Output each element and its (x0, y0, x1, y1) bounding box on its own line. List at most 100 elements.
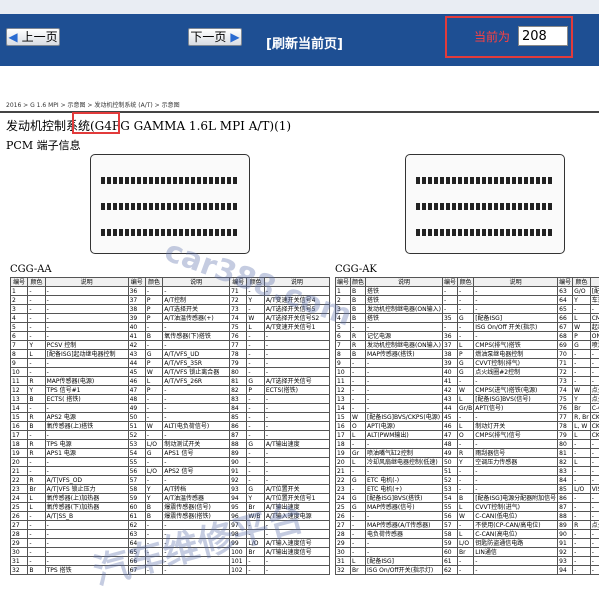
toolbar-strip (0, 0, 599, 14)
table-cell: 点火线圈 (589, 385, 599, 395)
table-row: 29- -59 L/O 钥匙防盗通信电路 91- - (334, 538, 599, 548)
table-cell: - (144, 475, 164, 485)
table-cell: 点火线圈#2控制 (473, 367, 559, 377)
table-row: 20 L 冷却风扇继电器控制(低速) 50 Y 空调压力传感器 82 L - (334, 457, 599, 467)
connector-pin (524, 177, 528, 184)
table-cell: 31 (334, 556, 352, 566)
table-cell: - (365, 394, 443, 404)
table-cell: 发动机控制继电器(ON输入) (365, 340, 443, 350)
table-header-cell: 颜色 (572, 277, 591, 287)
table-cell: Y (572, 295, 591, 305)
table-cell: - (572, 367, 591, 377)
connector-pin (530, 203, 534, 210)
connector-pin (215, 203, 219, 210)
table-row: 8 L [配备ISG]起动继电器控制 43 G A/T/VFS_UD 78- - (9, 349, 331, 359)
table-cell: - (162, 475, 231, 485)
table-cell: 12 (9, 385, 29, 395)
table-cell: - (144, 286, 164, 296)
connector-pin (500, 229, 504, 236)
connector-pin (422, 203, 426, 210)
current-page-input[interactable] (518, 26, 568, 46)
table-cell: 12 (334, 385, 352, 395)
table-cell: CKPS (589, 430, 599, 440)
table-cell: - (589, 457, 599, 467)
connector-pin (137, 203, 141, 210)
connector-pin (464, 229, 468, 236)
table-cell: 56 (441, 511, 458, 521)
table-cell: - (572, 547, 591, 557)
table-cell: - (589, 349, 599, 359)
table-header-cell: 颜色 (27, 277, 46, 287)
table-cell: 85 (229, 412, 248, 422)
table-row: 14- -49- -84- - (9, 403, 331, 413)
table-row: 13--43L[配备ISG]BVS(信号)75Y点火线圈 (334, 394, 599, 404)
table-cell: 90 (557, 529, 574, 539)
table-cell: - (27, 403, 46, 413)
table-cell: - (473, 466, 559, 476)
table-cell: 42 (127, 340, 146, 350)
table-cell: CMPS(进气)搭铁(电源) (473, 385, 559, 395)
table-row: 32 Br ISG On/Off开关(指示灯) 62- -94- - (334, 565, 599, 575)
connector-pin (512, 177, 516, 184)
table-cell: - (246, 556, 265, 566)
connector-pin (416, 203, 420, 210)
connector-pin (233, 203, 237, 210)
table-cell: - (27, 286, 46, 296)
table-cell: - (365, 358, 443, 368)
table-cell: CVVT控制(排气) (473, 358, 559, 368)
connector-pin (512, 229, 516, 236)
table-cell: B (144, 511, 164, 521)
table-cell: 7 (9, 340, 29, 350)
table-cell: - (263, 403, 331, 413)
table-cell: - (572, 466, 591, 476)
table-cell: 65 (557, 304, 574, 314)
table-cell: - (572, 448, 591, 458)
table-cell: - (365, 538, 443, 548)
table-cell: 58 (441, 529, 458, 539)
table-cell: 11 (334, 376, 352, 386)
table-cell: - (473, 475, 559, 485)
table-header-cell: 说明 (44, 277, 129, 287)
table-cell: 74 (557, 385, 574, 395)
table-cell: 81 (229, 376, 248, 386)
table-cell: [配备ISG]电源分配器附加信号 (473, 493, 559, 503)
table-cell: B (144, 331, 164, 341)
table-cell: - (246, 340, 265, 350)
prev-page-button[interactable]: ◀ 上一页 (6, 28, 60, 46)
table-cell: 92 (557, 547, 574, 557)
connector-pin (458, 203, 462, 210)
table-cell: - (246, 331, 265, 341)
connector-pin (506, 229, 510, 236)
table-cell: A/T/VFS_26R (162, 376, 231, 386)
connector-pin (452, 229, 456, 236)
table-cell: - (27, 430, 46, 440)
table-cell: 42 (441, 385, 458, 395)
table-cell: - (263, 394, 331, 404)
refresh-link[interactable]: [刷新当前页] (266, 33, 343, 52)
table-cell: CMPS(排气)搭铁 (473, 340, 559, 350)
table-row: 4- -39 P A/T油温传感器(+) 74 W A/T选择开关信号S2 (9, 313, 331, 323)
table-cell: - (350, 520, 367, 530)
connector-pin (494, 229, 498, 236)
next-page-button[interactable]: 下一页 ▶ (188, 28, 242, 46)
table-cell: - (456, 520, 475, 530)
table-cell: APS1 信号 (162, 448, 231, 458)
table-cell: A/T转档 (162, 484, 231, 494)
table-cell: 88 (557, 511, 574, 521)
table-cell: ETC 电机(-) (365, 475, 443, 485)
table-header-cell: 说明 (365, 277, 443, 287)
connector-pin (434, 203, 438, 210)
connector-pin (125, 177, 129, 184)
connector-pin (536, 177, 540, 184)
connector-pin (155, 203, 159, 210)
table-cell: P (572, 331, 591, 341)
table-cell: R (27, 376, 46, 386)
table-cell: R, Br (572, 412, 591, 422)
connector-pin (434, 229, 438, 236)
table-cell: 60 (441, 547, 458, 557)
table-cell: 59 (127, 493, 146, 503)
connector-pin (137, 177, 141, 184)
table-cell: - (44, 367, 129, 377)
connector-pin (143, 203, 147, 210)
table-cell: MAP传感器(信号) (365, 502, 443, 512)
